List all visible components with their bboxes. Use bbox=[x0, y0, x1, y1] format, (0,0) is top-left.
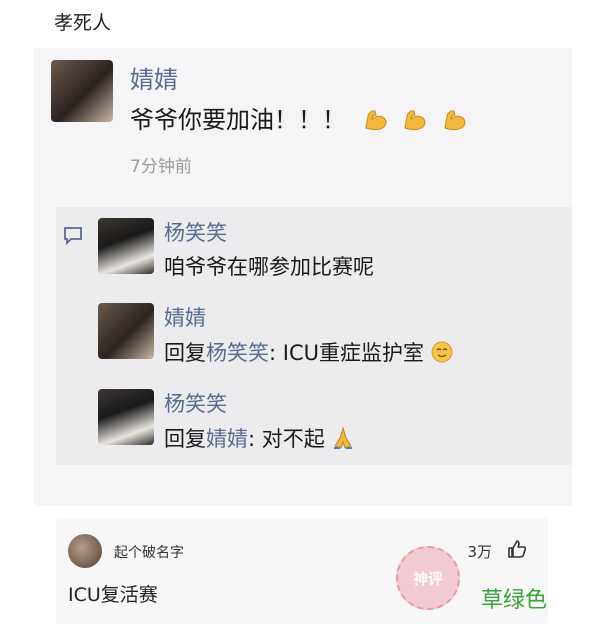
thumbs-up-icon[interactable] bbox=[506, 538, 528, 560]
folded-hands-icon bbox=[334, 426, 353, 449]
reply-body: : 对不起 bbox=[248, 427, 325, 451]
comment-author[interactable]: 杨笑笑 bbox=[164, 388, 227, 418]
post-screenshot: 婧婧 爷爷你要加油！！！ 7分钟前 杨笑笑 咱爷爷在哪参加比赛呢 婧婧 回复杨笑… bbox=[34, 48, 572, 506]
comment-author[interactable]: 婧婧 bbox=[164, 302, 206, 332]
flexed-biceps-emoji-group bbox=[362, 106, 473, 138]
mention-link[interactable]: 婧婧 bbox=[206, 427, 248, 451]
post-body: 爷爷你要加油！！！ bbox=[130, 106, 346, 134]
flexed-biceps-icon bbox=[444, 110, 466, 131]
reply-prefix: 回复 bbox=[164, 427, 206, 451]
comment-text: ICU复活赛 bbox=[68, 584, 158, 606]
hot-comment-stamp: 神评 bbox=[396, 546, 460, 610]
reply-prefix: 回复 bbox=[164, 341, 206, 365]
comment-section: 杨笑笑 咱爷爷在哪参加比赛呢 婧婧 回复杨笑笑: ICU重症监护室 杨笑笑 回复… bbox=[56, 207, 572, 465]
comment-author[interactable]: 杨笑笑 bbox=[164, 217, 227, 247]
reply-card: 起个破名字 神评 3万 ICU复活赛 bbox=[56, 518, 548, 624]
comment-text: 回复婧婧: 对不起 bbox=[164, 423, 355, 453]
comment-icon[interactable] bbox=[62, 225, 84, 245]
post-author-name[interactable]: 婧婧 bbox=[130, 60, 178, 95]
comment-text: 回复杨笑笑: ICU重症监护室 bbox=[164, 337, 453, 367]
comment-text: 咱爷爷在哪参加比赛呢 bbox=[164, 255, 374, 279]
comment-avatar[interactable] bbox=[98, 389, 154, 445]
relieved-face-icon bbox=[431, 341, 453, 363]
comment-avatar[interactable] bbox=[98, 218, 154, 274]
avatar[interactable] bbox=[68, 534, 102, 568]
flexed-biceps-icon bbox=[365, 110, 387, 131]
like-count: 3万 bbox=[467, 543, 492, 561]
flexed-biceps-icon bbox=[404, 110, 426, 131]
post-text: 爷爷你要加油！！！ bbox=[130, 100, 473, 138]
username[interactable]: 起个破名字 bbox=[114, 542, 184, 562]
mention-link[interactable]: 杨笑笑 bbox=[206, 341, 269, 365]
comment-avatar[interactable] bbox=[98, 303, 154, 359]
author-avatar[interactable] bbox=[51, 60, 113, 122]
page-title: 孝死人 bbox=[54, 12, 112, 34]
post-timestamp: 7分钟前 bbox=[130, 157, 192, 177]
watermark-text: 草绿色 bbox=[481, 588, 548, 613]
reply-body: : ICU重症监护室 bbox=[269, 341, 424, 365]
